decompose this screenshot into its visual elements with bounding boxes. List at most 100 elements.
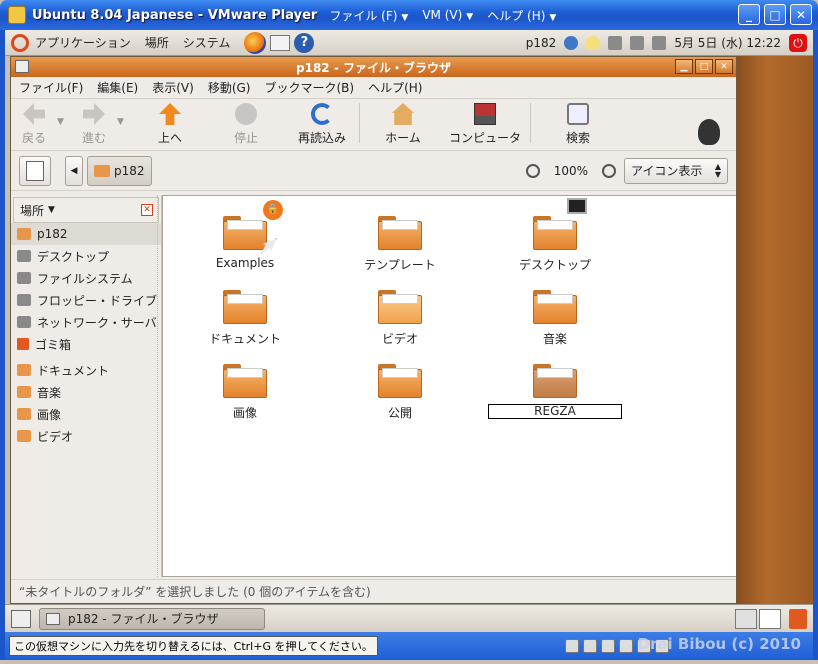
firefox-icon[interactable] [244,31,267,54]
chevron-down-icon: ▼ [401,12,409,23]
home-button[interactable]: ホーム [372,103,434,146]
mail-icon[interactable] [270,34,291,51]
workspace-switcher-1[interactable] [735,608,757,629]
show-desktop-icon[interactable] [11,609,31,628]
folder-item-music[interactable]: 音楽 [475,290,635,347]
minimize-button[interactable]: ▁ [675,59,693,74]
sidebar-item-filesystem[interactable]: ファイルシステム [11,267,161,289]
network-icon[interactable] [630,35,645,50]
sidebar-item-music[interactable]: 音楽 [11,381,161,403]
forward-history-dropdown[interactable]: ▼ [117,117,131,127]
sidebar-header[interactable]: 場所 ▼ ✕ [13,197,159,223]
file-browser-title: p182 - ファイル・ブラウザ [296,60,451,75]
stop-button[interactable]: 停止 [215,103,277,146]
power-icon[interactable]: ⏻ [789,33,807,52]
folder-item-desktop[interactable]: デスクトップ [475,198,635,273]
up-down-arrows-icon: ▲ ▼ [714,161,721,179]
toolbar-separator [530,103,531,143]
zoom-out-icon[interactable] [525,163,540,178]
vmware-status-bar: この仮想マシンに入力先を切り替えるには、Ctrl+G を押してください。 Dra… [5,632,813,660]
file-browser-title-bar[interactable]: p182 - ファイル・ブラウザ ▁ □ ✕ [11,57,736,77]
menu-view[interactable]: 表示(V) [152,79,194,96]
sidebar-item-desktop[interactable]: デスクトップ [11,245,161,267]
status-bar: “未タイトルのフォルダ” を選択しました (0 個のアイテムを含む) [11,579,736,603]
computer-button[interactable]: コンピュータ [446,103,524,146]
help-icon[interactable]: ? [294,32,315,53]
folder-icon [378,290,422,324]
menu-file[interactable]: ファイル(F) [19,79,83,96]
volume-icon[interactable] [652,35,667,50]
path-scroll-left-button[interactable]: ◀ [65,155,83,186]
rename-input[interactable]: REGZA [488,404,622,419]
menu-applications[interactable]: アプリケーション [35,34,131,51]
trash-icon[interactable] [789,608,807,629]
zoom-in-icon[interactable] [602,163,616,178]
sidebar-item-videos[interactable]: ビデオ [11,425,161,447]
trash-icon [17,338,29,350]
menu-system[interactable]: システム [183,34,231,51]
back-history-dropdown[interactable]: ▼ [57,117,71,127]
sidebar-item-home[interactable]: p182 [11,223,161,245]
folder-item-documents[interactable]: ドキュメント [165,290,325,347]
taskbar-item-file-browser[interactable]: p182 - ファイル・ブラウザ [39,607,265,630]
vmware-menu-vm[interactable]: VM (V) ▼ [422,8,473,22]
vmware-frame-right [813,30,818,660]
folder-icon [378,364,422,398]
reload-button[interactable]: 再読込み [291,103,353,146]
back-arrow-icon [23,103,45,125]
close-sidebar-icon[interactable]: ✕ [141,204,153,216]
menu-places[interactable]: 場所 [145,34,169,51]
menu-help[interactable]: ヘルプ(H) [368,79,422,96]
folder-icon [223,290,267,324]
window-menu-icon[interactable] [15,60,29,73]
folder-icon [223,364,267,398]
toolbar: 戻る ▼ 進む ▼ 上へ 停止 再読込み ホーム コンピュータ 検索 [11,99,736,151]
folder-item-public[interactable]: 公開 [320,364,480,421]
network-icon[interactable] [619,639,633,653]
sidebar-item-documents[interactable]: ドキュメント [11,359,161,381]
sidebar-resize-handle[interactable] [157,195,161,577]
forward-button[interactable]: 進む [71,103,117,146]
floppy-icon[interactable] [601,639,615,653]
network-icon [17,316,31,328]
toggle-location-entry-button[interactable] [19,155,51,186]
folder-item-pictures[interactable]: 画像 [165,364,325,421]
folder-item-videos[interactable]: ビデオ [320,290,480,347]
maximize-button[interactable]: □ [695,59,713,74]
icon-view[interactable]: 🔒 Examples テンプレート デスクトップ ドキュメント ビデオ 音楽 画… [162,195,736,577]
folder-item-regza[interactable]: REGZA [475,364,635,419]
sidebar-item-trash[interactable]: ゴミ箱 [11,333,161,355]
sidebar-item-floppy[interactable]: フロッピー・ドライブ [11,289,161,311]
path-button-p182[interactable]: p182 [87,155,152,186]
back-button[interactable]: 戻る [11,103,57,146]
menu-go[interactable]: 移動(G) [208,79,251,96]
sidebar-item-pictures[interactable]: 画像 [11,403,161,425]
zoom-level[interactable]: 100% [554,164,588,178]
menu-edit[interactable]: 編集(E) [97,79,138,96]
search-button[interactable]: 検索 [547,103,609,146]
hdd-icon[interactable] [565,639,579,653]
folder-item-templates[interactable]: テンプレート [320,216,480,273]
up-button[interactable]: 上へ [139,103,201,146]
sidebar-item-network[interactable]: ネットワーク・サーバ [11,311,161,333]
cdrom-icon[interactable] [583,639,597,653]
minimize-button[interactable]: _ [738,4,760,25]
vmware-menu-file[interactable]: ファイル (F) ▼ [329,7,408,24]
folder-item-examples[interactable]: 🔒 Examples [165,200,325,270]
notification-icon[interactable] [586,35,601,50]
printer-icon[interactable] [608,35,623,50]
up-arrow-icon [159,103,181,125]
vmware-title-bar[interactable]: Ubuntu 8.04 Japanese - VMware Player ファイ… [0,0,818,30]
maximize-button[interactable]: □ [764,4,786,25]
user-name[interactable]: p182 [526,36,557,50]
view-mode-select[interactable]: アイコン表示 ▲ ▼ [624,157,728,184]
update-icon[interactable] [564,35,579,50]
vmware-menu-help[interactable]: ヘルプ (H) ▼ [487,7,556,24]
reload-icon [311,103,333,125]
workspace-switcher-2[interactable] [759,608,781,629]
close-button[interactable]: ✕ [790,4,812,25]
clock[interactable]: 5月 5日 (水) 12:22 [674,34,781,51]
menu-bookmarks[interactable]: ブックマーク(B) [264,79,354,96]
close-button[interactable]: ✕ [715,59,733,74]
window-icon [46,612,60,625]
